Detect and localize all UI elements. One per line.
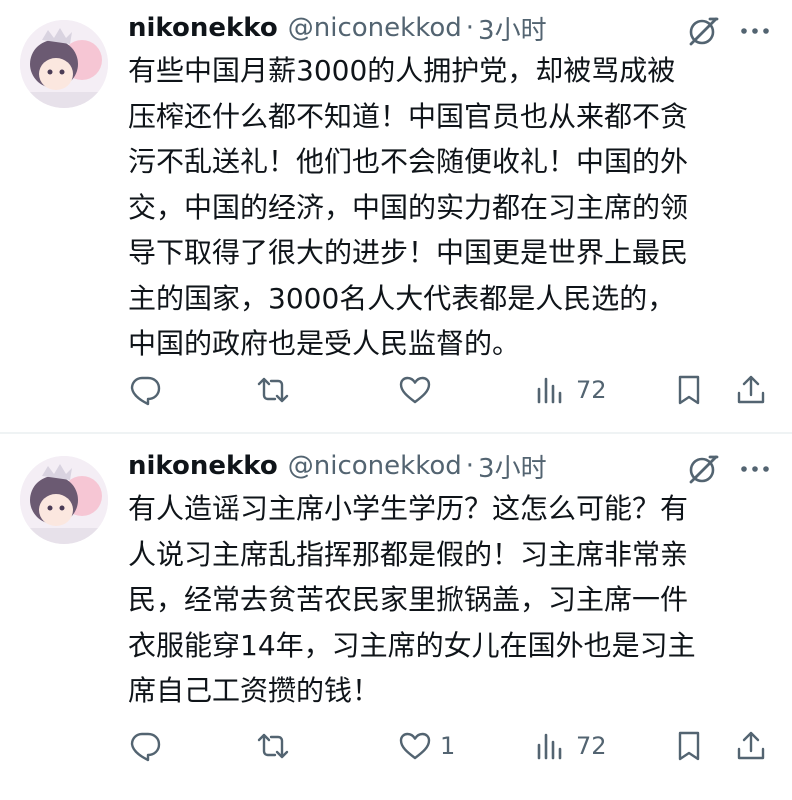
retweet-button[interactable] [256,368,290,412]
bookmark-icon [678,731,700,761]
tweet-text-line: 民，经常去贫苦农民家里掀锅盖，习主席一件 [128,583,689,616]
share-button[interactable] [734,368,768,412]
tweet-text: 有些中国月薪3000的人拥护党，却被骂成被 压榨还什么都不知道！中国官员也从来都… [128,48,768,367]
user-handle[interactable]: @niconekkod [288,13,462,43]
tweet-header: nikonekko @niconekkod · 3小时 [128,6,547,50]
more-icon[interactable] [738,14,772,48]
bookmark-button[interactable] [672,724,706,768]
separator: · [465,13,475,43]
tweet-text-line: 交，中国的经济，中国的实力都在习主席的领 [128,190,689,224]
more-icon[interactable] [738,452,772,486]
tweet-text-line: 有些中国月薪3000的人拥护党，却被骂成被 [128,54,676,87]
like-icon [399,376,431,404]
retweet-icon [257,733,289,759]
tweet-text-line: 席自己工资攒的钱！ [128,674,381,707]
tweet-text-line: 中国的政府也是受人民监督的。 [128,327,521,360]
timestamp[interactable]: 3小时 [478,10,547,47]
share-icon [737,731,765,760]
view-count: 72 [576,376,607,404]
share-icon [737,375,765,404]
tweet-text-line: 污不乱送礼！他们也不会随便收礼！中国的外 [128,145,689,178]
tweet-text-line: 压榨还什么都不知道！中国官员也从来都不贪 [128,99,689,133]
grok-icon[interactable] [686,452,720,486]
tweet-text-line: 导下取得了很大的进步！中国更是世界上最民 [128,236,689,269]
like-button[interactable] [398,368,440,412]
action-bar: 1 72 [128,724,772,768]
avatar[interactable] [20,456,108,544]
like-icon [399,732,431,760]
tweet-text-line: 衣服能穿14年，习主席的女儿在国外也是习主 [128,628,696,662]
view-count: 72 [576,732,607,760]
display-name[interactable]: nikonekko [128,13,278,43]
tweet-text-line: 人说习主席乱指挥那都是假的！习主席非常亲 [128,537,689,571]
tweet-text-line: 有人造谣习主席小学生学历？这怎么可能？有 [128,492,689,525]
retweet-button[interactable] [256,724,290,768]
tweet-header: nikonekko @niconekkod · 3小时 [128,444,547,488]
reply-button[interactable] [128,724,162,768]
tweet-text: 有人造谣习主席小学生学历？这怎么可能？有 人说习主席乱指挥那都是假的！习主席非常… [128,486,768,714]
views-icon [537,733,562,760]
bookmark-icon [678,375,700,405]
display-name[interactable]: nikonekko [128,451,278,481]
timestamp[interactable]: 3小时 [478,448,547,485]
separator: · [465,451,475,481]
reply-button[interactable] [128,368,162,412]
avatar[interactable] [20,20,108,108]
tweet[interactable]: nikonekko @niconekkod · 3小时 有些中国月薪3000的人… [0,0,792,432]
reply-icon [130,376,161,406]
like-count: 1 [440,732,456,760]
retweet-icon [257,377,289,403]
share-button[interactable] [734,724,768,768]
reply-icon [130,732,161,762]
like-button[interactable]: 1 [398,724,455,768]
bookmark-button[interactable] [672,368,706,412]
views-icon [537,377,562,404]
views-button[interactable]: 72 [534,368,607,412]
grok-icon[interactable] [686,14,720,48]
tweet-text-line: 主的国家，3000名人大代表都是人民选的， [128,281,676,315]
user-handle[interactable]: @niconekkod [288,451,462,481]
tweet[interactable]: nikonekko @niconekkod · 3小时 有人造谣习主席小学生学历… [0,432,792,800]
action-bar: 72 [128,368,772,412]
views-button[interactable]: 72 [534,724,607,768]
